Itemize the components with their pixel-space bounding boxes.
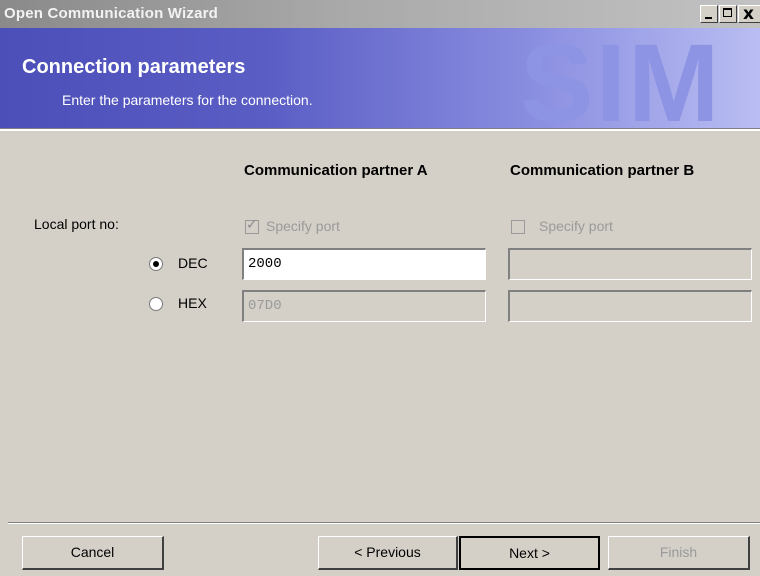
partner-a-specify-port-checkbox[interactable]: [245, 217, 259, 234]
partner-b-heading: Communication partner B: [510, 162, 695, 179]
hex-label: HEX: [178, 295, 207, 311]
partner-a-dec-port-input[interactable]: 2000: [242, 248, 486, 280]
brand-watermark: SIM: [520, 28, 722, 128]
partner-b-specify-port-checkbox[interactable]: [511, 220, 525, 234]
maximize-button[interactable]: [719, 5, 737, 23]
local-port-label: Local port no:: [34, 216, 119, 232]
close-button[interactable]: x: [738, 4, 760, 24]
partner-a-specify-port-label: Specify port: [266, 218, 340, 234]
close-icon: x: [743, 4, 754, 24]
header-divider: [0, 128, 760, 131]
minimize-button[interactable]: [700, 5, 718, 23]
dec-radio[interactable]: [149, 257, 163, 271]
partner-a-heading: Communication partner A: [244, 162, 428, 179]
open-communication-wizard-window: Open Communication Wizard x SIM Connecti…: [0, 0, 760, 576]
page-title: Connection parameters: [22, 56, 246, 78]
hex-radio[interactable]: [149, 297, 163, 311]
cancel-button[interactable]: Cancel: [22, 536, 164, 570]
header-banner: SIM Connection parameters Enter the para…: [0, 28, 760, 128]
partner-a-hex-port-input[interactable]: 07D0: [242, 290, 486, 322]
window-title: Open Communication Wizard: [4, 5, 219, 22]
title-bar[interactable]: Open Communication Wizard x: [0, 0, 760, 28]
dec-label: DEC: [178, 255, 208, 271]
partner-b-hex-port-input[interactable]: [508, 290, 752, 322]
next-button[interactable]: Next >: [459, 536, 600, 570]
finish-button[interactable]: Finish: [608, 536, 750, 570]
partner-b-dec-port-input[interactable]: [508, 248, 752, 280]
previous-button[interactable]: < Previous: [318, 536, 458, 570]
partner-b-specify-port-label: Specify port: [539, 218, 613, 234]
page-subtitle: Enter the parameters for the connection.: [62, 92, 313, 108]
footer-divider: [8, 522, 760, 524]
